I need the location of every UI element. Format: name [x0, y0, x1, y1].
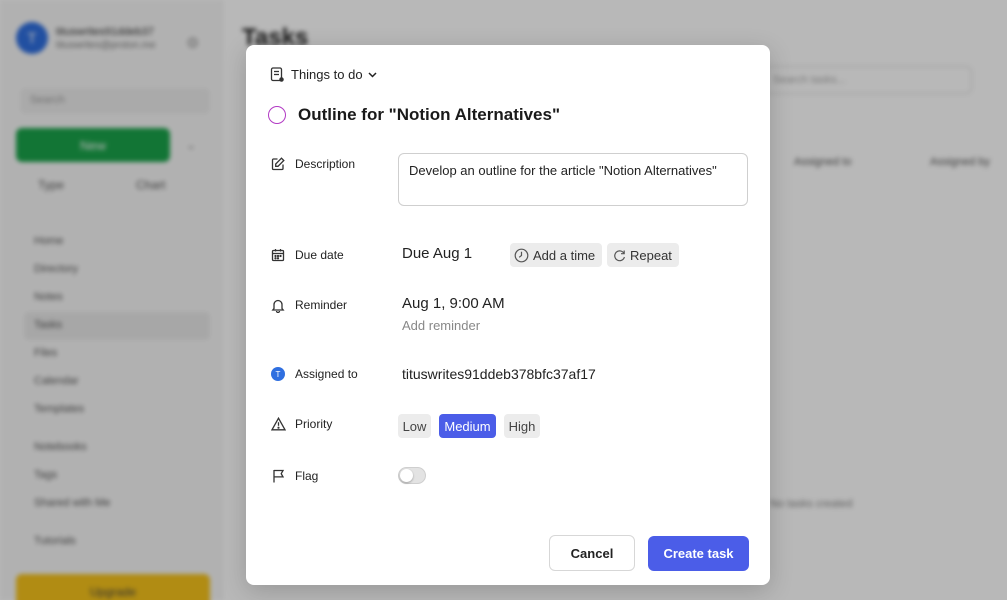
- priority-label: Priority: [270, 416, 332, 432]
- list-icon: [270, 67, 284, 82]
- cancel-button[interactable]: Cancel: [549, 535, 635, 571]
- create-task-button[interactable]: Create task: [648, 536, 749, 571]
- priority-high-button[interactable]: High: [504, 414, 540, 438]
- priority-low-button[interactable]: Low: [398, 414, 431, 438]
- description-label: Description: [270, 156, 355, 172]
- repeat-button[interactable]: Repeat: [607, 243, 679, 267]
- due-date-label: Due date: [270, 247, 344, 263]
- reminder-label: Reminder: [270, 297, 347, 313]
- due-date-value[interactable]: Due Aug 1: [402, 245, 472, 262]
- task-title[interactable]: Outline for "Notion Alternatives": [298, 105, 560, 125]
- description-field[interactable]: Develop an outline for the article "Noti…: [398, 153, 748, 206]
- task-complete-checkbox[interactable]: [268, 106, 286, 124]
- add-time-button[interactable]: Add a time: [510, 243, 603, 267]
- assigned-to-label: T Assigned to: [270, 366, 358, 382]
- clock-icon: [514, 248, 529, 262]
- warning-icon: [270, 416, 286, 432]
- flag-toggle[interactable]: [398, 467, 426, 484]
- list-name: Things to do: [291, 67, 363, 82]
- flag-label: Flag: [270, 468, 318, 484]
- bell-icon: [270, 297, 286, 313]
- reminder-value[interactable]: Aug 1, 9:00 AM: [402, 295, 505, 312]
- list-selector[interactable]: Things to do: [270, 67, 384, 82]
- add-reminder-link[interactable]: Add reminder: [402, 318, 480, 333]
- toggle-knob: [400, 469, 413, 482]
- priority-medium-button[interactable]: Medium: [439, 414, 496, 438]
- edit-icon: [270, 156, 286, 172]
- avatar: T: [271, 367, 285, 381]
- repeat-icon: [614, 249, 625, 261]
- flag-icon: [270, 468, 286, 484]
- assignee-value[interactable]: tituswrites91ddeb378bfc37af17: [402, 366, 596, 382]
- create-task-dialog: Things to do Outline for "Notion Alterna…: [246, 45, 770, 585]
- calendar-icon: [270, 247, 286, 263]
- chevron-down-icon: [368, 71, 377, 78]
